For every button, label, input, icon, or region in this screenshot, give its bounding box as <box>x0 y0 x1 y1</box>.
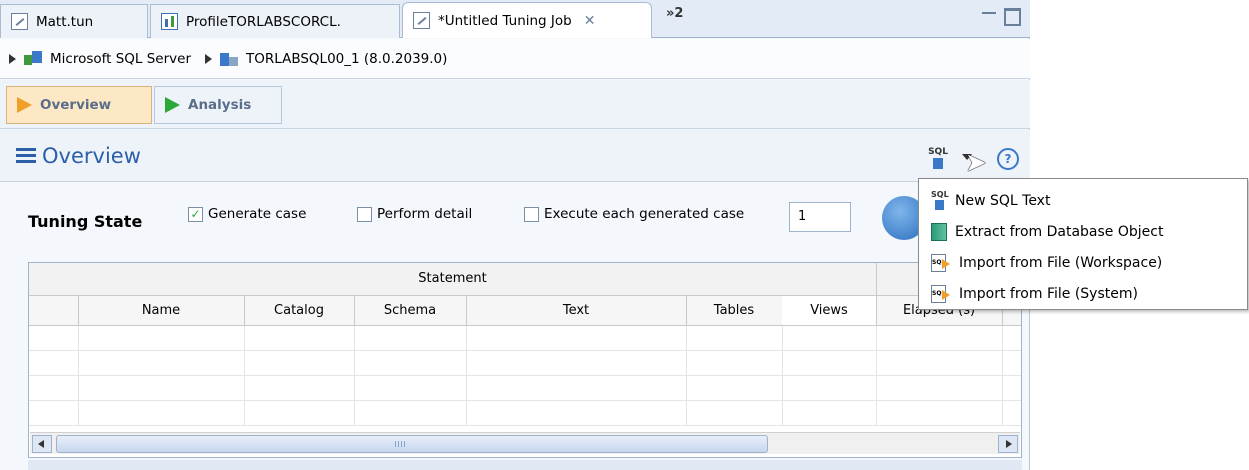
minimize-icon[interactable] <box>982 12 996 18</box>
import-file-icon: SQL <box>931 284 951 303</box>
checkbox-checked-icon[interactable]: ✓ <box>188 206 203 222</box>
section-list-icon <box>16 148 36 164</box>
sql-icon-text: SQL <box>931 189 949 199</box>
source-dropdown-menu: SQL New SQL Text Extract from Database O… <box>918 178 1248 310</box>
tab-label: *Untitled Tuning Job <box>438 12 572 29</box>
tuning-file-icon <box>413 12 430 29</box>
tab-matt-tun[interactable]: Matt.tun <box>0 4 148 38</box>
horizontal-scrollbar[interactable] <box>30 432 1020 454</box>
tab-overflow-button[interactable]: »2 <box>666 6 683 21</box>
tab-profile[interactable]: ProfileTORLABSCORCL. <box>150 4 400 38</box>
execute-count-input[interactable]: 1 <box>789 202 851 232</box>
sql-icon-text: SQL <box>928 147 948 157</box>
close-tab-icon[interactable]: ✕ <box>584 13 596 29</box>
expand-arrow-icon[interactable] <box>205 53 213 64</box>
profile-chart-icon <box>161 13 178 30</box>
lower-panel-sash[interactable] <box>28 460 1022 470</box>
expand-arrow-icon[interactable] <box>9 53 16 64</box>
table-row[interactable] <box>29 376 1021 401</box>
breadcrumb: Microsoft SQL Server TORLABSQL00_1 (8.0.… <box>0 39 1030 79</box>
menu-item-new-sql-text[interactable]: SQL New SQL Text <box>919 185 1247 216</box>
generate-case-label: Generate case <box>208 206 307 222</box>
database-object-icon <box>931 222 947 241</box>
chevron-right-icon <box>1006 440 1012 448</box>
menu-item-label: Extract from Database Object <box>955 223 1164 240</box>
checkbox-icon[interactable] <box>524 206 539 222</box>
import-file-icon: SQL <box>931 253 951 272</box>
scroll-right-button[interactable] <box>998 435 1018 453</box>
new-sql-text-icon: SQL <box>931 189 949 211</box>
overview-play-icon <box>17 97 32 113</box>
maximize-icon[interactable] <box>1004 8 1021 26</box>
statement-table: Statement Name Catalog Schema Text Table… <box>28 262 1022 458</box>
scroll-left-button[interactable] <box>32 435 52 453</box>
column-header-text[interactable]: Text <box>466 296 687 325</box>
chevron-left-icon <box>38 440 44 448</box>
view-controls <box>982 8 1021 26</box>
statement-group-header: Statement <box>29 263 877 295</box>
scrollbar-thumb[interactable] <box>56 435 768 453</box>
breadcrumb-server[interactable]: Microsoft SQL Server <box>50 51 191 67</box>
perform-detail-checkbox[interactable]: Perform detail <box>357 206 472 222</box>
overview-mode-label: Overview <box>40 97 112 113</box>
menu-item-import-workspace[interactable]: SQL Import from File (Workspace) <box>919 247 1247 278</box>
overview-mode-button[interactable]: Overview <box>6 86 152 124</box>
perform-detail-label: Perform detail <box>377 206 473 222</box>
tab-label: Matt.tun <box>36 13 94 30</box>
table-header-row: Name Catalog Schema Text Tables Views El… <box>29 296 1021 326</box>
analysis-mode-label: Analysis <box>188 97 252 113</box>
grip-icon <box>395 441 407 447</box>
generate-case-checkbox[interactable]: ✓ Generate case <box>188 206 306 222</box>
menu-item-extract-db-object[interactable]: Extract from Database Object <box>919 216 1247 247</box>
checkbox-icon[interactable] <box>357 206 372 222</box>
analysis-mode-button[interactable]: Analysis <box>154 86 282 124</box>
table-group-header-row: Statement <box>29 263 1021 296</box>
table-row[interactable] <box>29 326 1021 351</box>
tuning-state-label: Tuning State <box>28 212 143 231</box>
page-title: Overview <box>42 144 141 168</box>
execute-each-checkbox[interactable]: Execute each generated case <box>524 206 744 222</box>
table-row[interactable] <box>29 351 1021 376</box>
sql-text-toolbar-icon[interactable]: SQL <box>928 148 948 170</box>
section-header: Overview SQL ? ➤ <box>0 130 1030 182</box>
mode-bar: Overview Analysis <box>0 80 1030 129</box>
column-header-select[interactable] <box>29 296 79 325</box>
table-row[interactable] <box>29 401 1021 426</box>
mouse-cursor-icon: ➤ <box>965 148 987 178</box>
menu-item-label: Import from File (System) <box>959 285 1138 302</box>
column-header-tables[interactable]: Tables <box>686 296 783 325</box>
breadcrumb-database[interactable]: TORLABSQL00_1 (8.0.2039.0) <box>246 51 447 67</box>
menu-item-label: New SQL Text <box>955 192 1051 209</box>
tuning-file-icon <box>11 13 28 30</box>
tab-untitled-tuning-job[interactable]: *Untitled Tuning Job ✕ <box>402 2 652 38</box>
editor-tab-bar: Matt.tun ProfileTORLABSCORCL. *Untitled … <box>0 0 1030 38</box>
execute-each-label: Execute each generated case <box>544 206 745 222</box>
analysis-play-icon <box>165 97 180 113</box>
column-header-views[interactable]: Views <box>782 296 877 325</box>
column-header-catalog[interactable]: Catalog <box>244 296 355 325</box>
help-icon[interactable]: ? <box>997 148 1019 170</box>
database-icon <box>220 51 239 67</box>
menu-item-import-system[interactable]: SQL Import from File (System) <box>919 278 1247 309</box>
column-header-schema[interactable]: Schema <box>354 296 467 325</box>
sql-server-icon <box>24 50 42 67</box>
tab-label: ProfileTORLABSCORCL. <box>186 13 341 30</box>
column-header-name[interactable]: Name <box>78 296 245 325</box>
menu-item-label: Import from File (Workspace) <box>959 254 1163 271</box>
